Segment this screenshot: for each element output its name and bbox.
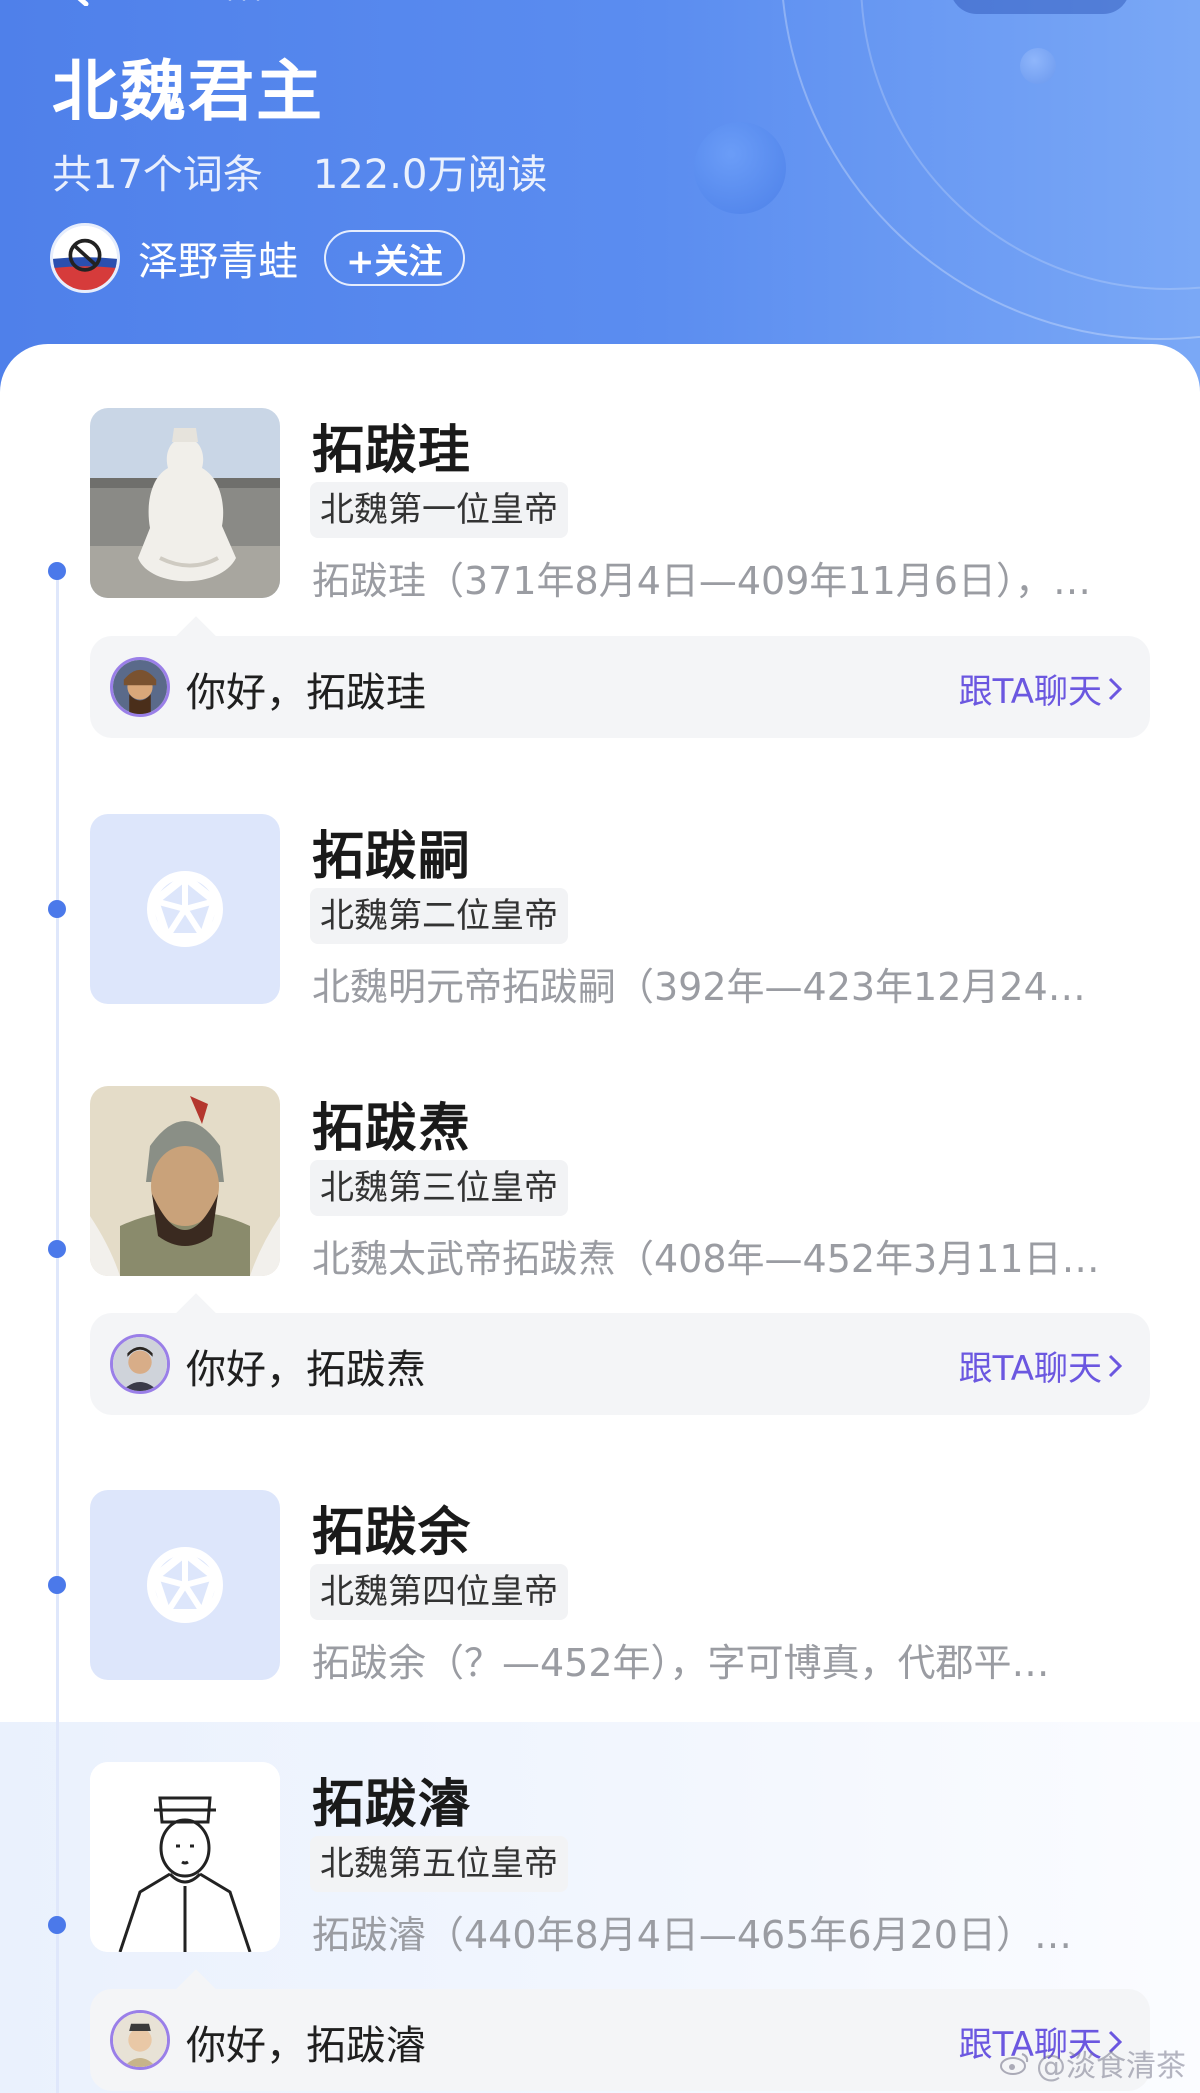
chat-avatar	[110, 657, 170, 717]
entry-tag: 北魏第五位皇帝	[310, 1836, 568, 1892]
author-row: 泽野青蛙 +关注	[50, 222, 465, 294]
chat-avatar	[110, 1334, 170, 1394]
entry-description: 拓跋余（？—452年），字可博真，代郡平…	[312, 1641, 1050, 1685]
list-item[interactable]: 拓跋余 北魏第四位皇帝 拓跋余（？—452年），字可博真，代郡平…	[0, 1490, 1200, 1690]
entry-thumbnail[interactable]	[90, 408, 280, 598]
decor-bubble	[694, 122, 786, 214]
avatar-warrior-icon	[113, 660, 167, 714]
entry-name[interactable]: 拓跋嗣	[312, 814, 471, 889]
watermark: @淡食清茶	[1000, 2041, 1186, 2085]
entry-tag: 北魏第一位皇帝	[310, 482, 568, 538]
chevron-right-icon	[1108, 1354, 1122, 1377]
timeline-dot	[48, 562, 66, 580]
entry-name[interactable]: 拓跋余	[312, 1490, 471, 1565]
entry-thumbnail[interactable]	[90, 1762, 280, 1952]
entry-count: 共17个词条	[52, 152, 263, 198]
list-item[interactable]: 拓跋嗣 北魏第二位皇帝 北魏明元帝拓跋嗣（392年—423年12月24…	[0, 814, 1200, 1014]
knowledge-graph-icon	[147, 871, 223, 947]
chat-with-ta-link[interactable]: 跟TA聊天	[959, 664, 1122, 713]
chat-card[interactable]: 你好，拓跋濬 跟TA聊天	[90, 1969, 1150, 2091]
back-arrow-icon[interactable]	[60, 0, 100, 6]
chat-greeting: 你好，拓跋珪	[186, 670, 426, 716]
chat-card[interactable]: 你好，拓跋珪 跟TA聊天	[90, 616, 1150, 738]
collection-stats: 共17个词条 122.0万阅读	[52, 142, 547, 200]
knowledge-graph-icon	[147, 1547, 223, 1623]
follow-button[interactable]: +关注	[324, 230, 465, 286]
line-drawing-image	[90, 1762, 280, 1952]
entry-description: 拓跋濬（440年8月4日—465年6月20日）…	[312, 1913, 1072, 1957]
entry-thumbnail[interactable]	[90, 1490, 280, 1680]
chat-link-label: 跟TA聊天	[958, 672, 1102, 712]
watermark-text: @淡食清茶	[1036, 2049, 1186, 2084]
entry-description: 北魏明元帝拓跋嗣（392年—423年12月24…	[312, 965, 1086, 1009]
avatar-man-icon	[113, 1337, 167, 1391]
chat-with-ta-link[interactable]: 跟TA聊天	[959, 1341, 1122, 1390]
page-title: 北魏君主	[52, 53, 324, 130]
chat-link-label: 跟TA聊天	[958, 1349, 1102, 1389]
chat-greeting: 你好，拓跋焘	[186, 1347, 426, 1393]
entry-tag: 北魏第三位皇帝	[310, 1160, 568, 1216]
timeline-dot	[48, 1240, 66, 1258]
chat-avatar	[110, 2010, 170, 2070]
entry-thumbnail[interactable]	[90, 814, 280, 1004]
entry-tag: 北魏第四位皇帝	[310, 1564, 568, 1620]
list-item[interactable]: 拓跋濬 北魏第五位皇帝 拓跋濬（440年8月4日—465年6月20日）…	[0, 1762, 1200, 1962]
chat-card[interactable]: 你好，拓跋焘 跟TA聊天	[90, 1293, 1150, 1415]
entry-name[interactable]: 拓跋珪	[312, 408, 471, 483]
entry-name[interactable]: 拓跋濬	[312, 1762, 471, 1837]
list-item[interactable]: 拓跋焘 北魏第三位皇帝 北魏太武帝拓跋焘（408年—452年3月11日…	[0, 1086, 1200, 1286]
entry-name[interactable]: 拓跋焘	[312, 1086, 471, 1161]
top-right-button[interactable]	[950, 0, 1130, 14]
statue-image	[90, 408, 280, 598]
entry-description: 北魏太武帝拓跋焘（408年—452年3月11日…	[312, 1237, 1100, 1281]
entry-tag: 北魏第二位皇帝	[310, 888, 568, 944]
entry-thumbnail[interactable]	[90, 1086, 280, 1276]
author-avatar[interactable]	[50, 223, 120, 293]
entry-description: 拓跋珪（371年8月4日—409年11月6日），…	[312, 559, 1091, 603]
avatar-scholar-icon	[113, 2013, 167, 2067]
share-icon[interactable]	[226, 0, 264, 4]
author-name[interactable]: 泽野青蛙	[138, 229, 298, 287]
portrait-painting-image	[90, 1086, 280, 1276]
avatar-frog-icon	[53, 226, 117, 290]
chat-greeting: 你好，拓跋濬	[186, 2023, 426, 2069]
timeline-dot	[48, 1916, 66, 1934]
chevron-right-icon	[1108, 677, 1122, 700]
read-count: 122.0万阅读	[312, 152, 548, 198]
weibo-logo-icon	[1000, 2053, 1029, 2075]
timeline-dot	[48, 900, 66, 918]
decor-bubble	[1020, 48, 1056, 84]
timeline-dot	[48, 1576, 66, 1594]
